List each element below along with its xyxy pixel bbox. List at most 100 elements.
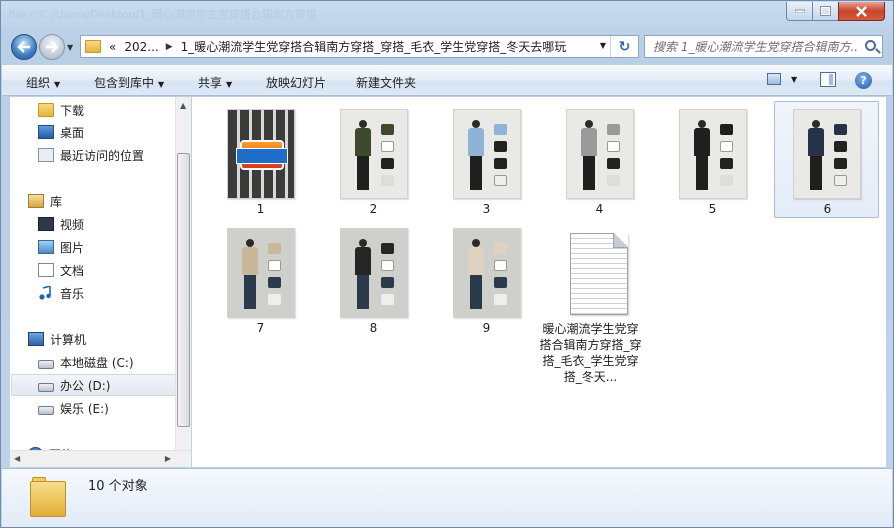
search-box[interactable]: 搜索 1_暖心潮流学生党穿搭合辑南方... — [644, 35, 883, 58]
search-icon[interactable] — [865, 40, 876, 51]
image-thumbnail — [793, 109, 861, 199]
help-icon[interactable]: ? — [855, 72, 872, 89]
download-folder-icon — [38, 103, 54, 117]
image-thumbnail — [679, 109, 747, 199]
arrow-left-icon — [17, 41, 30, 53]
organize-label: 组织 — [26, 76, 51, 90]
image-thumbnail — [227, 109, 295, 199]
refresh-button[interactable]: ↻ — [610, 36, 638, 57]
organize-menu[interactable]: 组织 ▼ — [26, 74, 60, 91]
file-name: 9 — [482, 321, 491, 335]
file-name: 2 — [369, 202, 378, 216]
document-icon — [570, 233, 628, 315]
window-title: file:///C:/Users/Desktop/1_暖心潮流学生党穿搭合辑南方… — [9, 8, 317, 21]
address-bar[interactable]: « 202... ▶ 1_暖心潮流学生党穿搭合辑南方穿搭_穿搭_毛衣_学生党穿搭… — [80, 35, 639, 58]
navigation-pane: 下载 桌面 最近访问的位置 库 视频 图片 文档 音乐 计算机 本地磁盘 (C:… — [10, 97, 191, 467]
folder-icon — [85, 40, 101, 53]
file-name: 5 — [708, 202, 717, 216]
arrow-right-icon — [46, 41, 59, 53]
file-name: 3 — [482, 202, 491, 216]
image-thumbnail — [227, 228, 295, 318]
scroll-up-icon[interactable]: ▲ — [180, 101, 186, 110]
breadcrumb-separator[interactable]: ▶ — [166, 42, 173, 52]
drive-d-icon — [38, 382, 54, 392]
close-button[interactable] — [838, 2, 885, 21]
image-thumbnail — [453, 228, 521, 318]
search-input[interactable]: 搜索 1_暖心潮流学生党穿搭合辑南方... — [653, 38, 858, 55]
preview-pane-icon[interactable] — [820, 72, 836, 87]
recent-places-icon — [38, 148, 54, 162]
desktop-icon — [38, 125, 54, 139]
minimize-icon — [794, 9, 805, 13]
explorer-window: file:///C:/Users/Desktop/1_暖心潮流学生党穿搭合辑南方… — [0, 0, 894, 528]
recent-pages-dropdown[interactable]: ▼ — [67, 43, 73, 52]
file-name: 1 — [256, 202, 265, 216]
file-item[interactable]: 2 — [321, 101, 426, 218]
command-bar: 组织 ▼ 包含到库中 ▼ 共享 ▼ 放映幻灯片 新建文件夹 ▼ ? — [2, 65, 892, 96]
scrollbar-thumb[interactable] — [177, 153, 190, 427]
file-name: 4 — [595, 202, 604, 216]
file-item[interactable]: 8 — [321, 220, 426, 337]
slideshow-button[interactable]: 放映幻灯片 — [266, 74, 326, 91]
maximize-icon — [820, 6, 831, 16]
computer-icon — [28, 332, 44, 346]
breadcrumb-overflow[interactable]: « — [109, 40, 116, 54]
file-name: 7 — [256, 321, 265, 335]
chevron-down-icon: ▼ — [158, 80, 165, 89]
file-name: 6 — [823, 202, 832, 216]
image-thumbnail — [340, 228, 408, 318]
file-item[interactable]: 9 — [434, 220, 539, 337]
file-item[interactable]: 5 — [660, 101, 765, 218]
file-item[interactable]: 1 — [208, 101, 313, 218]
change-view-icon[interactable] — [767, 73, 781, 85]
file-name: 8 — [369, 321, 378, 335]
nav-item-libraries[interactable]: 库 — [28, 190, 193, 212]
file-item[interactable]: 3 — [434, 101, 539, 218]
title-bar[interactable]: file:///C:/Users/Desktop/1_暖心潮流学生党穿搭合辑南方… — [1, 1, 893, 27]
address-dropdown-icon[interactable]: ▼ — [600, 41, 606, 50]
chevron-down-icon: ▼ — [54, 80, 61, 89]
folder-icon — [30, 477, 66, 517]
file-item[interactable]: 7 — [208, 220, 313, 337]
close-icon — [856, 5, 867, 17]
library-icon — [28, 194, 44, 208]
image-thumbnail — [566, 109, 634, 199]
drive-c-icon — [38, 359, 54, 369]
nav-item-computer[interactable]: 计算机 — [28, 328, 193, 350]
new-folder-label: 新建文件夹 — [356, 76, 417, 90]
maximize-button[interactable] — [812, 2, 839, 21]
file-item-selected[interactable]: 6 — [774, 101, 879, 218]
drive-e-icon — [38, 405, 54, 415]
documents-icon — [38, 263, 54, 277]
image-thumbnail — [340, 109, 408, 199]
file-item-document[interactable]: 暖心潮流学生党穿搭合辑南方穿搭_穿搭_毛衣_学生党穿搭_冬天... — [538, 229, 643, 399]
view-options-dropdown[interactable]: ▼ — [791, 75, 797, 84]
breadcrumb-parent[interactable]: 202... — [124, 40, 158, 54]
forward-button[interactable] — [39, 34, 65, 60]
chevron-down-icon: ▼ — [226, 80, 233, 89]
pictures-icon — [38, 240, 54, 254]
music-icon — [38, 284, 54, 300]
nav-vertical-scrollbar[interactable]: ▲ ▼ — [175, 97, 191, 467]
share-label: 共享 — [198, 76, 223, 90]
slideshow-label: 放映幻灯片 — [266, 76, 327, 90]
video-icon — [38, 217, 54, 231]
file-list: 1 2 3 4 5 6 7 8 9 暖心潮流学生党穿搭合辑南方穿搭_穿搭_毛衣_… — [192, 97, 886, 467]
breadcrumb-current[interactable]: 1_暖心潮流学生党穿搭合辑南方穿搭_穿搭_毛衣_学生党穿搭_冬天去哪玩 — [181, 38, 567, 55]
back-button[interactable] — [11, 34, 37, 60]
nav-horizontal-scrollbar[interactable]: ◀ ▶ — [10, 450, 191, 467]
minimize-button[interactable] — [786, 2, 813, 21]
new-folder-button[interactable]: 新建文件夹 — [356, 74, 416, 91]
details-pane: 10 个对象 — [2, 468, 892, 527]
share-menu[interactable]: 共享 ▼ — [198, 74, 232, 91]
nav-item-drive-d[interactable]: 办公 (D:) — [11, 374, 176, 396]
item-count: 10 个对象 — [88, 479, 148, 494]
include-in-library-label: 包含到库中 — [94, 76, 155, 90]
scroll-left-icon[interactable]: ◀ — [14, 454, 20, 463]
file-item[interactable]: 4 — [547, 101, 652, 218]
scroll-right-icon[interactable]: ▶ — [165, 454, 171, 463]
refresh-icon: ↻ — [618, 38, 631, 55]
image-thumbnail — [453, 109, 521, 199]
include-in-library-menu[interactable]: 包含到库中 ▼ — [94, 74, 164, 91]
file-name: 暖心潮流学生党穿搭合辑南方穿搭_穿搭_毛衣_学生党穿搭_冬天... — [539, 322, 642, 384]
